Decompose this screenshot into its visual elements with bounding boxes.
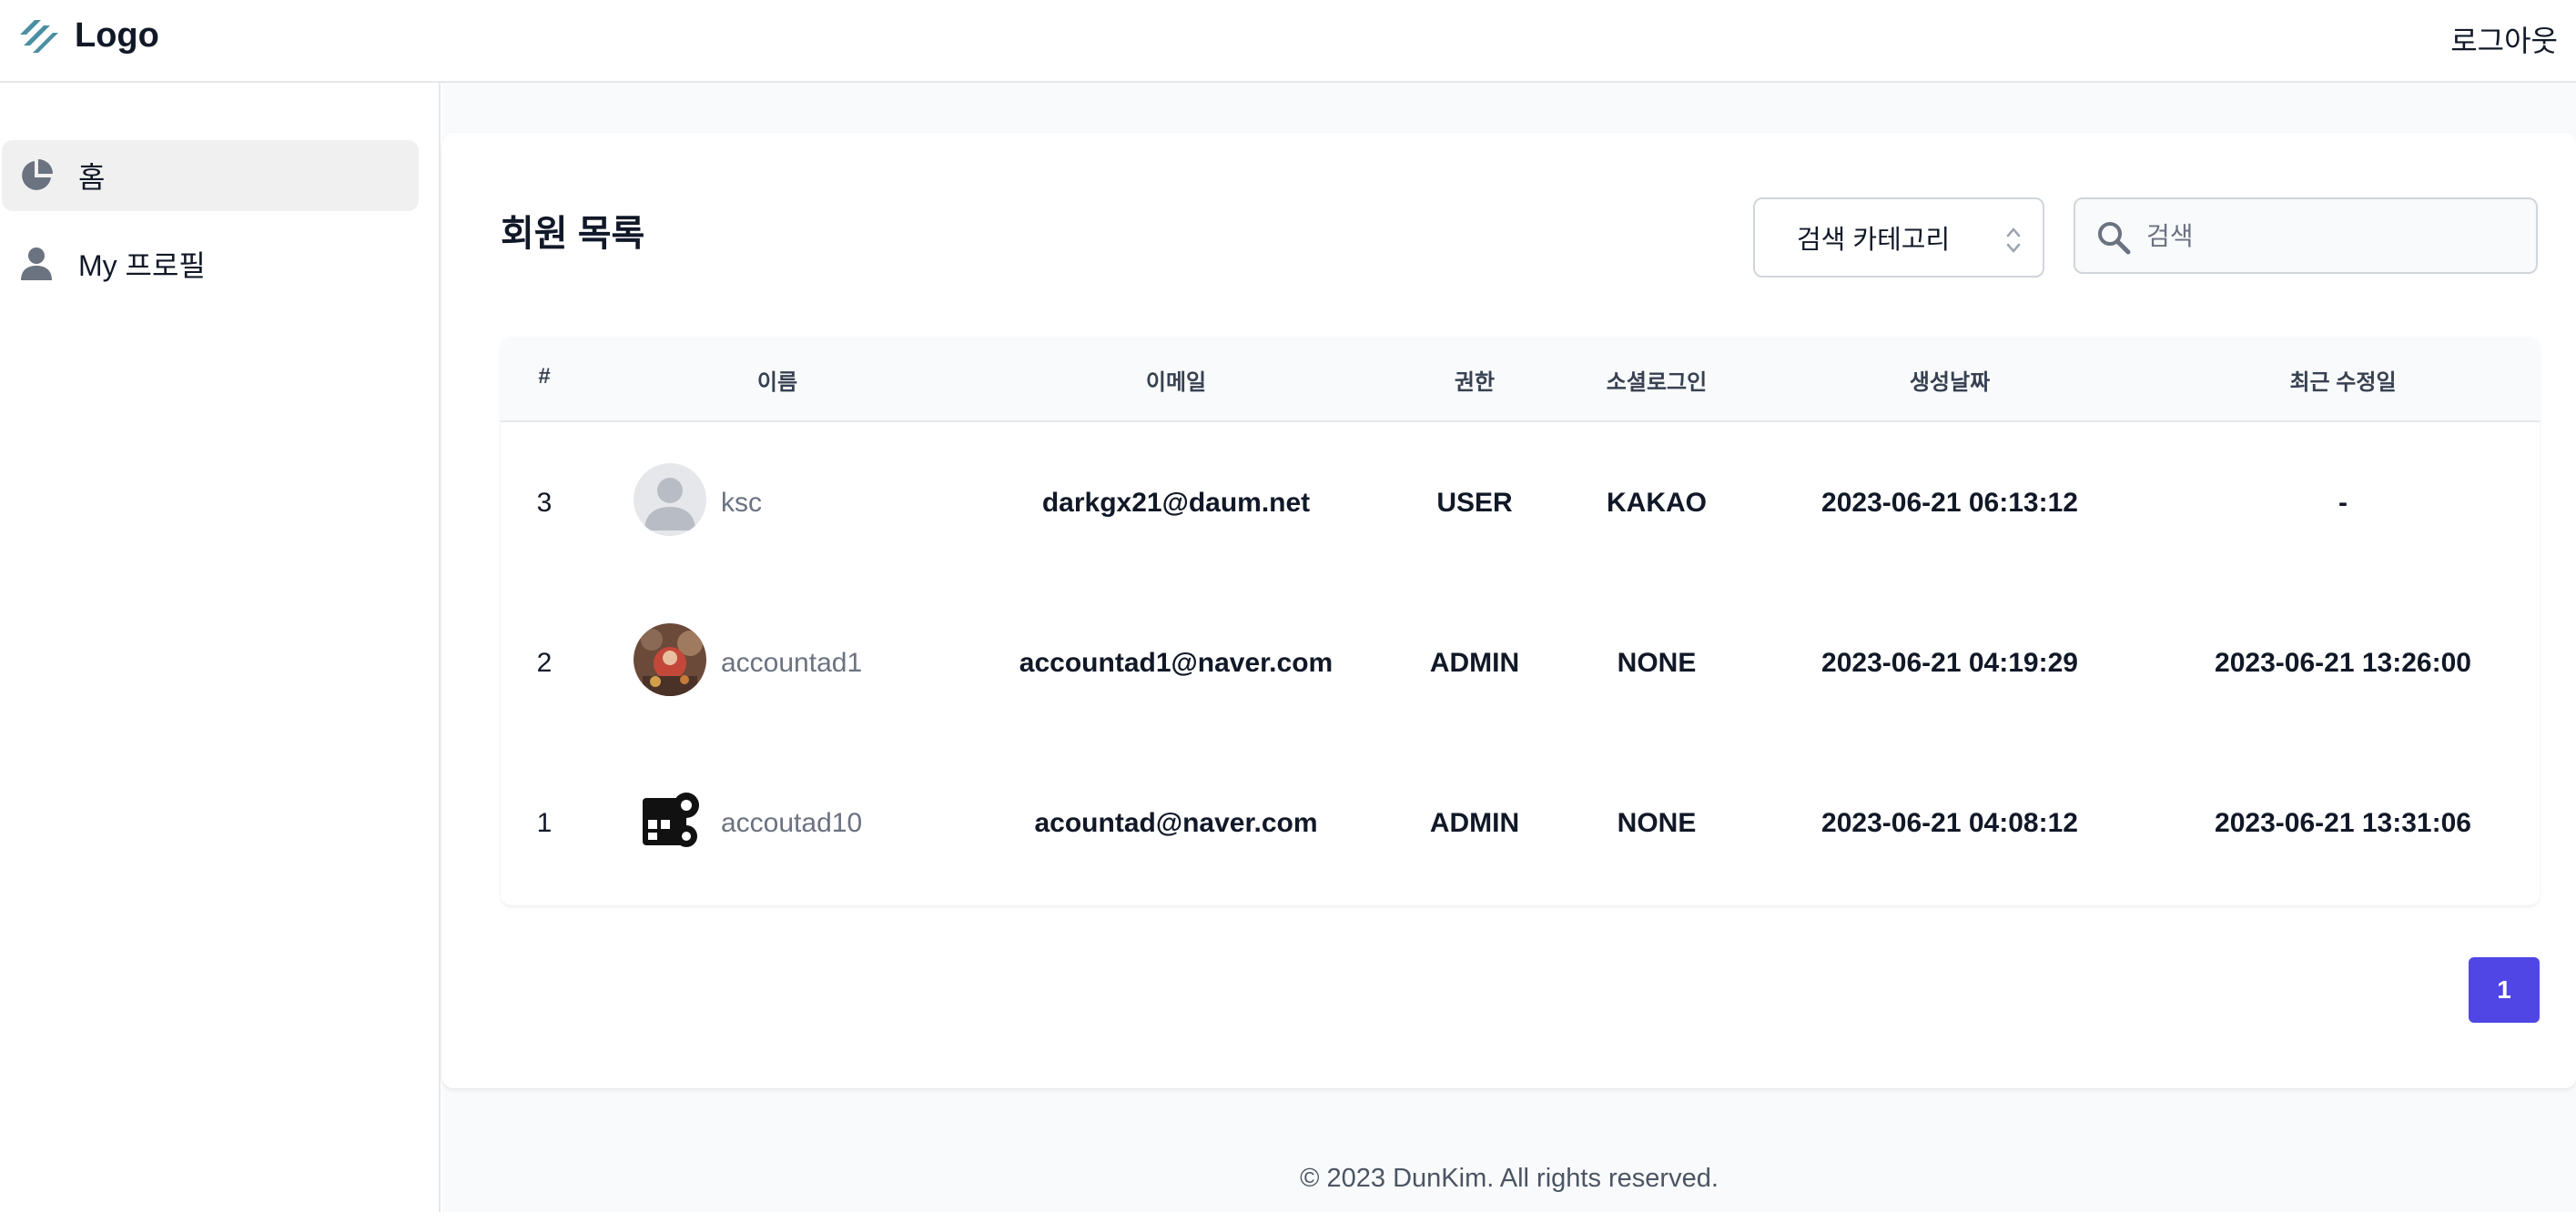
- user-name: accoutad10: [721, 808, 863, 838]
- main-content: 회원 목록 검색 카테고리 # 이름 이메일 권한 소셜로그인 생성날짜: [442, 83, 2576, 1212]
- table-row[interactable]: 1 accoutad10 acountad@naver.com ADMIN NO…: [501, 742, 2540, 903]
- user-email: acountad@naver.com: [1034, 808, 1318, 838]
- table-row[interactable]: 2 accountad1 accountad1@naver.com ADMIN …: [501, 582, 2540, 742]
- user-social-login: NONE: [1617, 648, 1697, 678]
- sidebar-item-home[interactable]: 홈: [2, 140, 419, 211]
- user-social-login: NONE: [1617, 808, 1697, 838]
- user-name: ksc: [721, 488, 762, 518]
- row-id: 2: [536, 648, 553, 678]
- column-header-index: #: [538, 364, 551, 389]
- user-modified-date: -: [2338, 488, 2348, 518]
- table-header: # 이름 이메일 권한 소셜로그인 생성날짜 최근 수정일: [501, 337, 2540, 422]
- search-icon: [2098, 222, 2131, 255]
- user-name: accountad1: [721, 648, 863, 678]
- user-created-date: 2023-06-21 04:08:12: [1821, 808, 2078, 838]
- column-header-modified-date: 최근 수정일: [2289, 370, 2397, 395]
- search-field: [2074, 197, 2538, 274]
- gear-board-icon: [634, 783, 706, 856]
- default-avatar-icon: [634, 463, 706, 536]
- user-role: ADMIN: [1429, 808, 1520, 838]
- sidebar-item-label: My 프로필: [78, 249, 206, 282]
- column-header-email: 이메일: [1145, 370, 1207, 395]
- user-email: darkgx21@daum.net: [1041, 488, 1311, 518]
- search-category-select[interactable]: 검색 카테고리: [1753, 197, 2044, 278]
- table-row[interactable]: 3 ksc darkgx21@daum.net USER KAKAO 2023-…: [501, 422, 2540, 582]
- row-id: 3: [536, 488, 553, 518]
- member-table: # 이름 이메일 권한 소셜로그인 생성날짜 최근 수정일 3 ksc dark: [501, 337, 2540, 905]
- select-value: 검색 카테고리: [1797, 226, 1951, 255]
- user-modified-date: 2023-06-21 13:26:00: [2215, 648, 2471, 678]
- logout-button[interactable]: 로그아웃: [2450, 18, 2558, 60]
- column-header-created-date: 생성날짜: [1909, 370, 1991, 395]
- sidebar: 홈 My 프로필: [0, 83, 441, 1212]
- page-title: 회원 목록: [501, 214, 645, 254]
- user-email: accountad1@naver.com: [1019, 648, 1334, 678]
- user-role: USER: [1436, 488, 1513, 518]
- logo-text: Logo: [75, 15, 159, 55]
- sidebar-item-profile[interactable]: My 프로필: [2, 228, 419, 299]
- user-social-login: KAKAO: [1607, 488, 1707, 518]
- pie-chart-icon: [22, 159, 53, 190]
- user-icon: [21, 247, 52, 280]
- chevron-up-down-icon: [2006, 227, 2021, 253]
- user-created-date: 2023-06-21 06:13:12: [1821, 488, 2078, 518]
- user-created-date: 2023-06-21 04:19:29: [1821, 648, 2078, 678]
- top-header: Logo 로그아웃: [0, 0, 2576, 83]
- member-list-card: 회원 목록 검색 카테고리 # 이름 이메일 권한 소셜로그인 생성날짜: [442, 133, 2576, 1088]
- pagination-page-button[interactable]: 1: [2469, 957, 2540, 1023]
- sidebar-item-label: 홈: [78, 161, 106, 194]
- row-id: 1: [536, 808, 553, 838]
- user-modified-date: 2023-06-21 13:31:06: [2215, 808, 2471, 838]
- column-header-role: 권한: [1454, 370, 1496, 395]
- logo[interactable]: Logo: [16, 13, 159, 58]
- photo-avatar: [634, 623, 706, 696]
- footer-copyright: © 2023 DunKim. All rights reserved.: [1300, 1164, 1719, 1193]
- user-role: ADMIN: [1429, 648, 1520, 678]
- column-header-social-login: 소셜로그인: [1606, 370, 1708, 395]
- logo-icon: [20, 20, 58, 53]
- column-header-name: 이름: [756, 370, 798, 395]
- search-input[interactable]: [2146, 210, 2520, 263]
